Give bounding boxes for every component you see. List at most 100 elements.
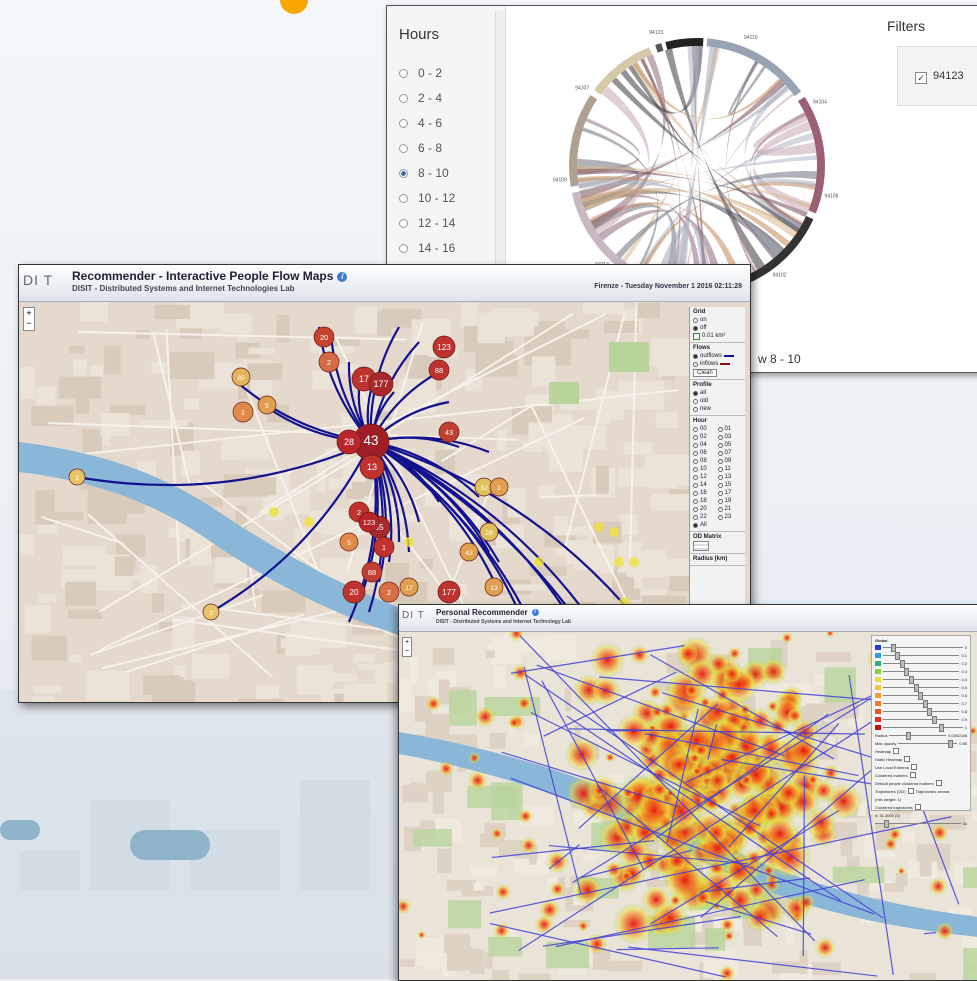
slider-thumb[interactable] (923, 700, 928, 708)
zoom-out-button[interactable]: − (24, 318, 34, 328)
grid-size-option[interactable]: 0.01 km² (693, 332, 742, 340)
slider-thumb[interactable] (891, 644, 896, 652)
hour-radio-option[interactable]: 01 (718, 425, 743, 433)
radio-icon[interactable] (718, 451, 723, 456)
hour-all-option[interactable]: All (693, 521, 742, 529)
color-swatch[interactable] (875, 725, 881, 730)
checkbox-icon[interactable] (908, 788, 914, 794)
profile-all-option[interactable]: all (693, 389, 742, 397)
legend-color-row[interactable]: 0.4 (875, 675, 967, 683)
radio-icon[interactable] (718, 507, 723, 512)
radio-icon[interactable] (399, 94, 408, 103)
hour-radio-option[interactable]: 23 (718, 513, 743, 521)
hour-option[interactable]: 0 - 2 (399, 66, 442, 80)
radio-icon[interactable] (399, 69, 408, 78)
outflows-option[interactable]: outflows (693, 352, 742, 360)
slider-thumb[interactable] (918, 692, 923, 700)
radio-icon[interactable] (693, 475, 698, 480)
radio-icon[interactable] (693, 407, 698, 412)
zoom-out-button[interactable]: − (403, 647, 411, 656)
hour-radio-option[interactable]: 20 (693, 505, 718, 513)
hour-option[interactable]: 4 - 6 (399, 116, 442, 130)
color-swatch[interactable] (875, 661, 881, 666)
hour-option[interactable]: 14 - 16 (399, 241, 455, 255)
hour-radio-option[interactable]: 19 (718, 497, 743, 505)
profile-old-option[interactable]: old (693, 397, 742, 405)
hour-option[interactable]: 6 - 8 (399, 141, 442, 155)
hour-radio-option[interactable]: 07 (718, 449, 743, 457)
radio-icon[interactable] (399, 144, 408, 153)
radio-icon[interactable] (399, 219, 408, 228)
hour-radio-option[interactable]: 11 (718, 465, 743, 473)
hour-option[interactable]: 10 - 12 (399, 191, 455, 205)
hour-radio-option[interactable]: 02 (693, 433, 718, 441)
radio-icon[interactable] (718, 475, 723, 480)
color-swatch[interactable] (875, 645, 881, 650)
legend-color-row[interactable]: 0.1 (875, 651, 967, 659)
slider-thumb[interactable] (904, 668, 909, 676)
hour-radio-option[interactable]: 15 (718, 481, 743, 489)
radio-icon[interactable] (693, 326, 698, 331)
legend-color-row[interactable]: 1 (875, 723, 967, 731)
zoom-in-button[interactable]: + (403, 638, 411, 647)
step-slider[interactable] (875, 823, 961, 824)
od-matrix-icon[interactable] (693, 541, 709, 551)
hour-radio-option[interactable]: 22 (693, 513, 718, 521)
cluster-toggle[interactable]: Clustered markers (875, 771, 967, 779)
radio-icon[interactable] (399, 119, 408, 128)
opacity-slider[interactable] (898, 743, 957, 744)
radio-icon[interactable] (718, 427, 723, 432)
info-icon[interactable]: i (337, 272, 347, 282)
hour-radio-option[interactable]: 13 (718, 473, 743, 481)
legend-color-row[interactable]: 0.6 (875, 691, 967, 699)
color-slider[interactable] (883, 679, 959, 680)
checkbox-icon[interactable] (915, 804, 921, 810)
d-row[interactable]: d: 31.3000 (0) (875, 811, 967, 819)
radio-icon[interactable] (693, 354, 698, 359)
radio-icon[interactable] (693, 499, 698, 504)
radio-icon[interactable] (399, 194, 408, 203)
color-swatch[interactable] (875, 669, 881, 674)
radio-icon[interactable] (693, 362, 698, 367)
legend-color-row[interactable]: 0.9 (875, 715, 967, 723)
checkbox-icon[interactable] (910, 772, 916, 778)
hour-radio-option[interactable]: 18 (693, 497, 718, 505)
opacity-row[interactable]: Max opacity0.85 (875, 739, 967, 747)
inflows-option[interactable]: inflows (693, 360, 742, 368)
hour-option[interactable]: 12 - 14 (399, 216, 455, 230)
color-slider[interactable] (883, 727, 963, 728)
radio-icon[interactable] (693, 483, 698, 488)
hour-radio-option[interactable]: 06 (693, 449, 718, 457)
slider-thumb[interactable] (932, 716, 937, 724)
hour-radio-option[interactable]: 12 (693, 473, 718, 481)
color-slider[interactable] (883, 647, 963, 648)
cluster-traj-toggle[interactable]: Clustered trajectories (875, 803, 967, 811)
color-slider[interactable] (883, 663, 959, 664)
radio-icon[interactable] (718, 491, 723, 496)
slider-thumb[interactable] (884, 820, 889, 828)
slider-thumb[interactable] (914, 684, 919, 692)
hour-radio-option[interactable]: 00 (693, 425, 718, 433)
radio-icon[interactable] (693, 427, 698, 432)
color-slider[interactable] (883, 719, 959, 720)
hour-option[interactable]: 8 - 10 (399, 166, 449, 180)
hour-radio-option[interactable]: 10 (693, 465, 718, 473)
color-slider[interactable] (883, 655, 959, 656)
radio-icon[interactable] (693, 515, 698, 520)
legend-color-row[interactable]: 0.5 (875, 683, 967, 691)
hour-radio-option[interactable]: 16 (693, 489, 718, 497)
color-swatch[interactable] (875, 701, 881, 706)
color-slider[interactable] (883, 711, 959, 712)
radio-icon[interactable] (718, 483, 723, 488)
slider-thumb[interactable] (939, 724, 944, 732)
radio-icon[interactable] (693, 507, 698, 512)
zoom-in-button[interactable]: + (24, 308, 34, 318)
traj-toggle[interactable]: Trajectories (OD)Trajectories arrows (875, 787, 967, 795)
clean-button[interactable]: Clean (693, 369, 717, 377)
hour-option[interactable]: 2 - 4 (399, 91, 442, 105)
slider-thumb[interactable] (948, 740, 953, 748)
color-slider[interactable] (883, 703, 959, 704)
radio-icon[interactable] (693, 523, 698, 528)
color-swatch[interactable] (875, 653, 881, 658)
radio-icon[interactable] (693, 491, 698, 496)
